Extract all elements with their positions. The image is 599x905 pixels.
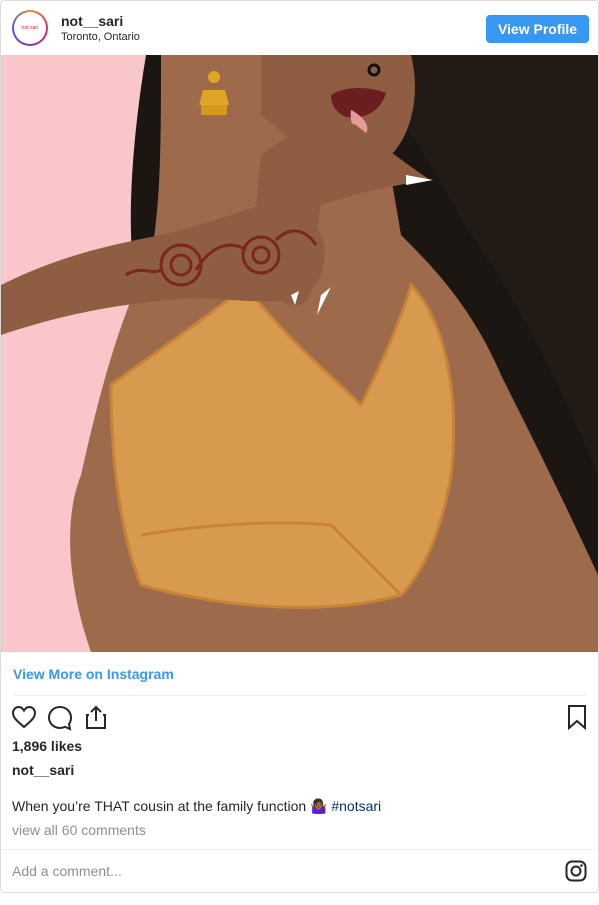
hashtag-link[interactable]: #notsari [331, 798, 381, 814]
post-image[interactable] [1, 55, 598, 652]
post-header: not sari not__sari Toronto, Ontario View… [1, 1, 598, 55]
instagram-icon[interactable] [565, 860, 587, 887]
username[interactable]: not__sari [61, 13, 123, 29]
share-icon[interactable] [84, 704, 108, 735]
instagram-embed-card: not sari not__sari Toronto, Ontario View… [0, 0, 599, 893]
caption-username[interactable]: not__sari [12, 762, 74, 778]
illustration [1, 55, 598, 652]
caption: When you’re THAT cousin at the family fu… [12, 798, 381, 815]
add-comment-placeholder[interactable]: Add a comment... [12, 863, 122, 879]
heart-icon[interactable] [11, 705, 37, 734]
comment-icon[interactable] [47, 705, 73, 736]
view-comments-link[interactable]: view all 60 comments [12, 822, 146, 838]
bookmark-icon[interactable] [566, 704, 588, 735]
avatar-logo: not sari [14, 12, 46, 44]
avatar[interactable]: not sari [12, 10, 48, 46]
likes-count[interactable]: 1,896 likes [12, 738, 82, 754]
divider [13, 695, 587, 696]
divider [1, 849, 598, 850]
view-more-link[interactable]: View More on Instagram [13, 666, 174, 682]
location[interactable]: Toronto, Ontario [61, 31, 140, 43]
caption-text: When you’re THAT cousin at the family fu… [12, 798, 332, 814]
view-profile-button[interactable]: View Profile [486, 15, 589, 43]
